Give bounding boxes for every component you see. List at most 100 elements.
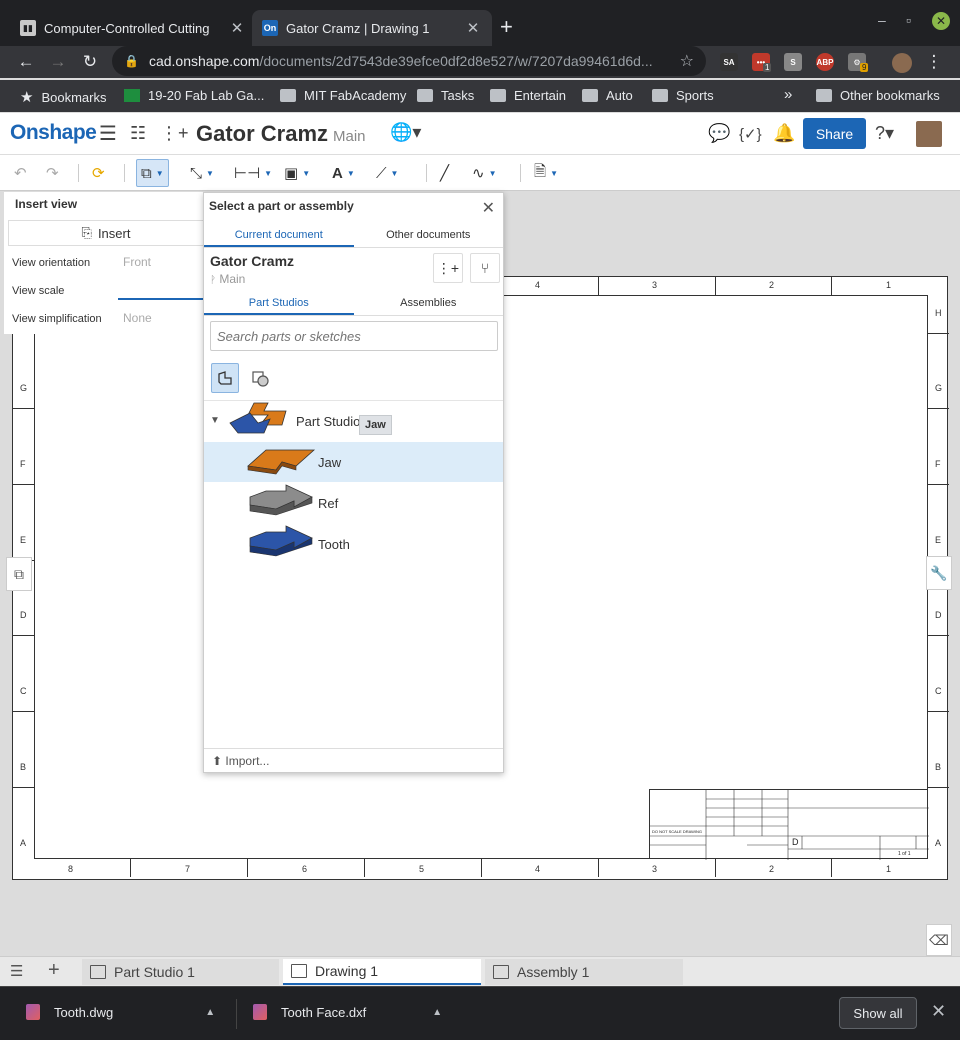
- forward-icon[interactable]: →: [42, 52, 74, 72]
- tab-label: Assembly 1: [517, 964, 590, 980]
- chevron-down-icon[interactable]: ▼: [210, 415, 220, 426]
- new-tab-icon[interactable]: +: [500, 14, 513, 40]
- tree-item-part-studio[interactable]: ▼ Part Studio 1: [204, 401, 503, 441]
- search-parts-input[interactable]: [210, 321, 498, 351]
- hamburger-menu-icon[interactable]: ☰: [99, 121, 117, 146]
- bookmark-sports[interactable]: Sports: [652, 88, 714, 103]
- centerline-tool[interactable]: ⟋ ▼: [376, 159, 398, 187]
- title-block[interactable]: D 1 of 1 DO NOT SCALE DRAWING: [649, 789, 929, 860]
- bookmark-label: 19-20 Fab Lab Ga...: [148, 88, 265, 103]
- update-icon[interactable]: ⟳: [92, 159, 105, 187]
- text-tool[interactable]: A ▼: [332, 159, 355, 187]
- line-tool[interactable]: ╱: [440, 159, 449, 187]
- show-all-button[interactable]: Show all: [839, 997, 917, 1029]
- tab-other-documents[interactable]: Other documents: [354, 222, 504, 247]
- close-downloads-icon[interactable]: ✕: [931, 1001, 946, 1022]
- add-part-button[interactable]: ⋮+: [433, 253, 463, 283]
- ink-panel-tab[interactable]: ⌫: [926, 924, 952, 956]
- browser-tab-onshape[interactable]: On Gator Cramz | Drawing 1 ✕: [252, 10, 492, 46]
- browser-tab-fab-academy[interactable]: ▮▮ Computer-Controlled Cutting ✕: [10, 10, 256, 46]
- bookmark-tasks[interactable]: Tasks: [417, 88, 474, 103]
- chevron-up-icon[interactable]: ▲: [205, 1007, 215, 1018]
- close-tab-icon[interactable]: ✕: [464, 19, 482, 37]
- profile-avatar[interactable]: [892, 53, 912, 73]
- dialog-document-branch: ᚹ Main: [210, 272, 245, 286]
- dimension-tool[interactable]: ⊢⊣ ▼: [234, 159, 272, 187]
- close-tab-icon[interactable]: ✕: [228, 19, 246, 37]
- redo-icon[interactable]: ↷: [46, 159, 59, 187]
- tab-assembly-1[interactable]: Assembly 1: [485, 959, 683, 985]
- user-avatar[interactable]: [916, 121, 942, 147]
- download-tooth-dwg[interactable]: Tooth.dwg ▲: [26, 1004, 215, 1020]
- back-icon[interactable]: ←: [10, 52, 42, 72]
- restore-icon[interactable]: ▫: [906, 12, 911, 28]
- reload-icon[interactable]: ↻: [74, 52, 106, 72]
- comments-icon[interactable]: 💬: [708, 123, 730, 144]
- bookmark-entertain[interactable]: Entertain: [490, 88, 566, 103]
- tab-manager-icon[interactable]: ☰: [10, 962, 23, 980]
- zone-divider: [364, 859, 365, 877]
- zone-divider: [715, 277, 716, 295]
- annotation-tool[interactable]: ▣ ▼: [284, 159, 310, 187]
- parts-filter-button[interactable]: [211, 363, 239, 393]
- tree-item-jaw[interactable]: Jaw: [204, 442, 503, 482]
- chevron-up-icon[interactable]: ▲: [432, 1007, 442, 1018]
- share-button[interactable]: Share: [803, 118, 866, 149]
- close-window-icon[interactable]: ✕: [932, 12, 950, 30]
- bookmark-star-icon[interactable]: ☆: [680, 51, 694, 71]
- import-link[interactable]: ⬆ Import...: [204, 748, 503, 772]
- tab-drawing-1[interactable]: Drawing 1: [283, 959, 481, 985]
- download-tooth-face-dxf[interactable]: Tooth Face.dxf ▲: [253, 1004, 442, 1020]
- s-extension-icon[interactable]: S: [784, 53, 802, 71]
- row-label: E: [935, 535, 942, 545]
- insert-view-tool[interactable]: ⧉ ▼: [136, 159, 169, 187]
- views-panel-tab[interactable]: ⧉: [6, 557, 32, 591]
- zone-divider: [928, 484, 949, 485]
- chrome-menu-icon[interactable]: ⋮: [918, 52, 950, 72]
- minimize-icon[interactable]: –: [878, 12, 886, 28]
- projected-view-tool[interactable]: ⤡ ▼: [190, 159, 214, 187]
- close-icon[interactable]: ✕: [482, 198, 495, 218]
- address-bar[interactable]: 🔒 cad.onshape.com /documents/2d7543de39e…: [112, 46, 706, 76]
- properties-panel-tab[interactable]: 🔧: [926, 556, 952, 590]
- tab-current-document[interactable]: Current document: [204, 222, 354, 247]
- insert-button[interactable]: ⎘ Insert: [8, 220, 204, 246]
- undo-icon[interactable]: ↶: [14, 159, 27, 187]
- column-label: 1: [886, 280, 892, 290]
- help-icon[interactable]: ?▾: [875, 123, 894, 144]
- tab-part-studio-1[interactable]: Part Studio 1: [82, 959, 279, 985]
- row-label: C: [20, 686, 27, 696]
- document-title[interactable]: Gator Cramz: [196, 121, 328, 147]
- insert-tab-icon[interactable]: ⋮+: [160, 123, 189, 144]
- adblock-icon[interactable]: ABP: [816, 53, 834, 71]
- notifications-bell-icon[interactable]: 🔔: [773, 123, 795, 144]
- spline-tool[interactable]: ∿ ▼: [472, 159, 497, 187]
- view-scale-input[interactable]: [118, 284, 204, 300]
- bookmarks-overflow[interactable]: »: [784, 86, 792, 103]
- tree-item-tooth[interactable]: Tooth: [204, 524, 503, 564]
- view-simplification-select[interactable]: None: [123, 311, 152, 325]
- branch-label: Main: [219, 272, 246, 286]
- sa-extension-icon[interactable]: SA: [720, 53, 738, 71]
- onshape-logo[interactable]: Onshape: [10, 121, 97, 145]
- tab-assemblies[interactable]: Assemblies: [354, 290, 504, 315]
- document-branch[interactable]: Main: [333, 128, 366, 145]
- add-element-icon[interactable]: +: [48, 959, 60, 982]
- bookmarks-star[interactable]: ★ Bookmarks: [20, 88, 106, 106]
- view-orientation-select[interactable]: Front: [123, 255, 151, 269]
- sketches-filter-button[interactable]: [246, 363, 274, 393]
- other-bookmarks[interactable]: Other bookmarks: [816, 88, 940, 103]
- tab-part-studios[interactable]: Part Studios: [204, 290, 354, 315]
- bookmarks-bar: ★ Bookmarks 19-20 Fab Lab Ga... MIT FabA…: [0, 80, 960, 112]
- bookmark-auto[interactable]: Auto: [582, 88, 633, 103]
- bookmark-fab-lab[interactable]: 19-20 Fab Lab Ga...: [124, 88, 264, 103]
- dxf-export-tool[interactable]: 🗎 ▼: [534, 159, 558, 187]
- zone-divider: [928, 408, 949, 409]
- variables-icon[interactable]: {✓}: [739, 125, 762, 143]
- globe-icon[interactable]: 🌐▾: [390, 122, 421, 143]
- toolbar-divider: [124, 164, 125, 182]
- tree-item-ref[interactable]: Ref: [204, 483, 503, 523]
- branch-button[interactable]: ⑂: [470, 253, 500, 283]
- feature-list-icon[interactable]: ☷: [130, 123, 146, 144]
- bookmark-mit-fabacademy[interactable]: MIT FabAcademy: [280, 88, 406, 103]
